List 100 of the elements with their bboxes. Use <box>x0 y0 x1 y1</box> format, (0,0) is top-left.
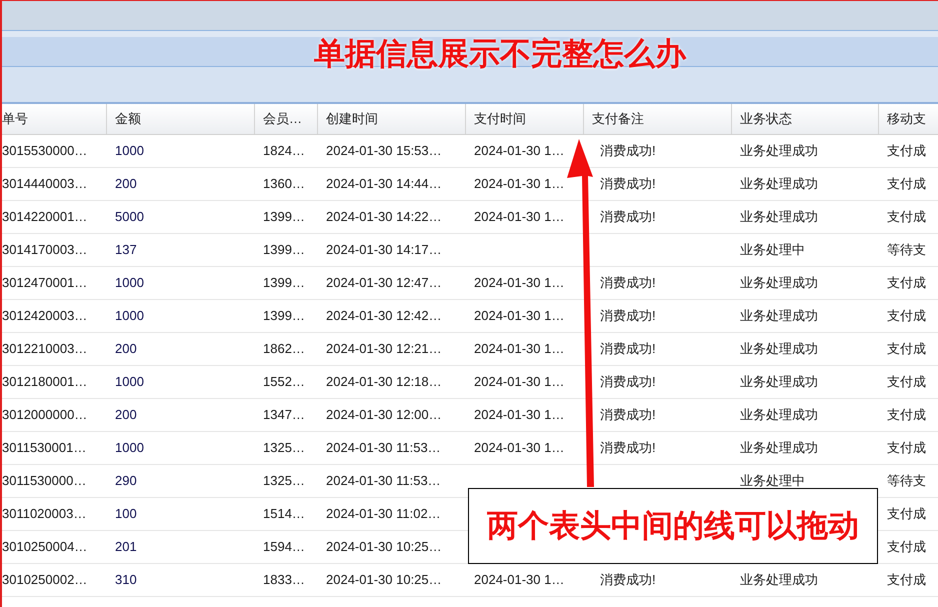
table-cell-text: 310 <box>115 571 137 590</box>
table-cell-text: 等待支 <box>887 241 926 260</box>
table-cell-text: 消费成功! <box>600 340 656 358</box>
table-cell-text: 3012420003… <box>2 307 88 326</box>
table-cell-text: 2024-01-30 1… <box>474 274 564 292</box>
table-cell-text: 支付成 <box>887 538 926 556</box>
column-header[interactable]: 支付备注 <box>584 104 732 134</box>
table-cell-text: 5000 <box>115 208 144 226</box>
table-cell-text: 业务处理成功 <box>740 406 818 424</box>
table-cell-text: 2024-01-30 10:25… <box>326 571 442 590</box>
column-header[interactable]: 会员… <box>255 104 318 134</box>
table-cell-text: 支付成 <box>887 307 926 326</box>
table-cell-text: 3010250002… <box>2 571 88 590</box>
table-cell-text: 2024-01-30 1… <box>474 340 564 358</box>
table-cell-text: 1325… <box>263 472 305 490</box>
table-cell-text: 1824… <box>263 142 305 160</box>
table-cell-text: 2024-01-30 1… <box>474 439 564 458</box>
column-header[interactable]: 业务状态 <box>732 104 879 134</box>
table-cell-text: 137 <box>115 241 137 260</box>
table-cell-text: 1399… <box>263 208 305 226</box>
table-cell-text: 2024-01-30 1… <box>474 208 564 226</box>
table-cell-text: 2024-01-30 12:21… <box>326 340 442 358</box>
column-header[interactable]: 金额 <box>107 104 255 134</box>
table-cell-text: 2024-01-30 10:25… <box>326 538 442 556</box>
table-cell-text: 业务处理成功 <box>740 340 818 358</box>
table-cell-text: 支付成 <box>887 571 926 590</box>
table-cell-text: 2024-01-30 1… <box>474 373 564 392</box>
table-cell-text: 1594… <box>263 538 305 556</box>
table-cell-text: 业务处理成功 <box>740 373 818 392</box>
table-cell-text: 3014220001… <box>2 208 88 226</box>
table-cell-text: 1000 <box>115 373 144 392</box>
table-cell-text: 2024-01-30 12:00… <box>326 406 442 424</box>
callout-text: 两个表头中间的线可以拖动 <box>487 506 859 545</box>
table-cell-text: 3012210003… <box>2 340 88 358</box>
table-cell-text: 2024-01-30 14:17… <box>326 241 442 260</box>
column-header[interactable]: 单号 <box>2 104 107 134</box>
table-cell-text: 3011530001… <box>2 439 86 458</box>
table-cell-text: 3012000000… <box>2 406 88 424</box>
table-cell-text: 业务处理中 <box>740 241 805 260</box>
table-cell-text: 支付成 <box>887 505 926 524</box>
table-cell-text: 1000 <box>115 307 144 326</box>
table-cell-text: 2024-01-30 14:44… <box>326 175 442 194</box>
table-cell-text: 200 <box>115 175 137 194</box>
table-cell-text: 2024-01-30 1… <box>474 571 564 590</box>
table-cell-text: 2024-01-30 1… <box>474 406 564 424</box>
table-cell-text: 3011020003… <box>2 505 86 524</box>
table-cell-text: 1360… <box>263 175 305 194</box>
table-cell-text: 2024-01-30 15:53… <box>326 142 442 160</box>
table-cell-text: 业务处理成功 <box>740 439 818 458</box>
table-cell-text: 3012470001… <box>2 274 88 292</box>
table-cell-text: 2024-01-30 11:53… <box>326 439 441 458</box>
table-cell-text: 1833… <box>263 571 305 590</box>
column-header[interactable]: 支付时间 <box>466 104 584 134</box>
table-cell-text: 等待支 <box>887 472 926 490</box>
table-cell-text: 业务处理成功 <box>740 142 818 160</box>
annotation-title: 单据信息展示不完整怎么办 <box>314 35 686 73</box>
table-cell-text: 200 <box>115 340 137 358</box>
table-cell-text: 1399… <box>263 307 305 326</box>
table-cell-text: 支付成 <box>887 142 926 160</box>
table-cell-text: 2024-01-30 12:42… <box>326 307 442 326</box>
table-cell-text: 消费成功! <box>600 208 656 226</box>
table-cell-text: 业务处理中 <box>740 472 805 490</box>
table-cell-text: 支付成 <box>887 439 926 458</box>
table-cell-text: 1552… <box>263 373 305 392</box>
table-cell-text: 3015530000… <box>2 142 88 160</box>
table-cell-text: 消费成功! <box>600 142 656 160</box>
table-cell-text: 3014440003… <box>2 175 88 194</box>
table-cell-text: 1000 <box>115 439 144 458</box>
table-cell-text: 100 <box>115 505 137 524</box>
column-header[interactable]: 创建时间 <box>318 104 466 134</box>
table-cell-text: 消费成功! <box>600 439 656 458</box>
table-cell-text: 1514… <box>263 505 305 524</box>
table-cell-text: 2024-01-30 12:18… <box>326 373 442 392</box>
table-cell-text: 3012180001… <box>2 373 88 392</box>
table-cell-text: 1862… <box>263 340 305 358</box>
table-cell-text: 1399… <box>263 241 305 260</box>
table-cell-text: 业务处理成功 <box>740 175 818 194</box>
table-cell-text: 1325… <box>263 439 305 458</box>
table-cell-text: 支付成 <box>887 208 926 226</box>
table-cell-text: 1347… <box>263 406 305 424</box>
table-cell-text: 业务处理成功 <box>740 208 818 226</box>
table-cell-text: 2024-01-30 14:22… <box>326 208 442 226</box>
table-cell-text: 消费成功! <box>600 571 656 590</box>
table-cell-text: 1399… <box>263 274 305 292</box>
table-cell-text: 业务处理成功 <box>740 274 818 292</box>
table-cell-text: 1000 <box>115 274 144 292</box>
table-cell-text: 201 <box>115 538 137 556</box>
table-cell-text: 2024-01-30 1… <box>474 175 564 194</box>
table-cell-text: 290 <box>115 472 137 490</box>
table-cell-text: 业务处理成功 <box>740 571 818 590</box>
table-cell-text: 消费成功! <box>600 175 656 194</box>
table-cell-text: 消费成功! <box>600 274 656 292</box>
table-cell-text: 支付成 <box>887 406 926 424</box>
table-cell-text: 业务处理成功 <box>740 307 818 326</box>
table-cell-text: 3010250004… <box>2 538 88 556</box>
table-cell-text: 支付成 <box>887 373 926 392</box>
table-cell-text: 消费成功! <box>600 307 656 326</box>
table-cell-text: 消费成功! <box>600 406 656 424</box>
table-cell-text: 2024-01-30 11:53… <box>326 472 441 490</box>
table-cell-text: 3014170003… <box>2 241 88 260</box>
